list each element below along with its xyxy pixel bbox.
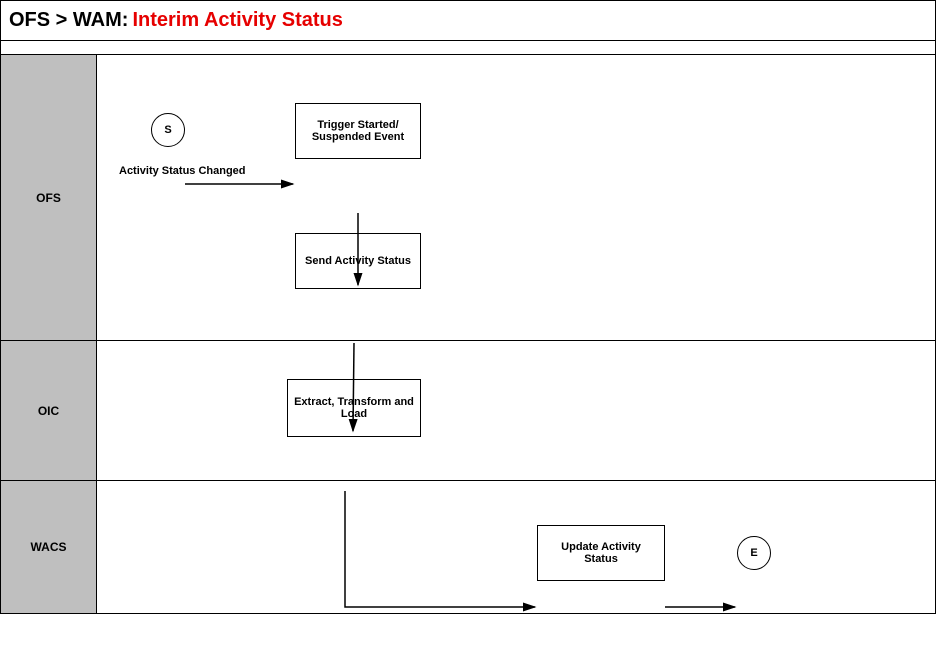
diagram-page: OFS > WAM: Interim Activity Status OFS S… [0, 0, 936, 614]
lane-oic: OIC Extract, Transform and Load [1, 341, 935, 481]
box-etl: Extract, Transform and Load [287, 379, 421, 437]
box-trigger: Trigger Started/ Suspended Event [295, 103, 421, 159]
box-send: Send Activity Status [295, 233, 421, 289]
title-gap [1, 41, 935, 55]
lane-label-wacs: WACS [1, 481, 97, 613]
box-update: Update Activity Status [537, 525, 665, 581]
lane-body-oic: Extract, Transform and Load [97, 341, 935, 480]
title-main: Interim Activity Status [132, 9, 342, 32]
lane-ofs: OFS S Activity Status Changed Trigger St… [1, 55, 935, 341]
title-bar: OFS > WAM: Interim Activity Status [1, 1, 935, 41]
lane-label-ofs: OFS [1, 55, 97, 340]
title-prefix: OFS > WAM: [9, 9, 128, 32]
start-node-label: S [164, 124, 171, 136]
end-node-label: E [750, 547, 757, 559]
lane-wacs: WACS Update Activity Status E [1, 481, 935, 613]
box-etl-label: Extract, Transform and Load [294, 396, 414, 420]
start-node-icon: S [151, 113, 185, 147]
box-trigger-label: Trigger Started/ Suspended Event [302, 119, 414, 143]
end-node-icon: E [737, 536, 771, 570]
lane-body-wacs: Update Activity Status E [97, 481, 935, 613]
box-update-label: Update Activity Status [544, 541, 658, 565]
lane-label-oic: OIC [1, 341, 97, 480]
box-send-label: Send Activity Status [305, 255, 411, 267]
swimlanes-container: OFS S Activity Status Changed Trigger St… [1, 55, 935, 614]
lane-body-ofs: S Activity Status Changed Trigger Starte… [97, 55, 935, 340]
caption-status-changed: Activity Status Changed [119, 165, 246, 177]
